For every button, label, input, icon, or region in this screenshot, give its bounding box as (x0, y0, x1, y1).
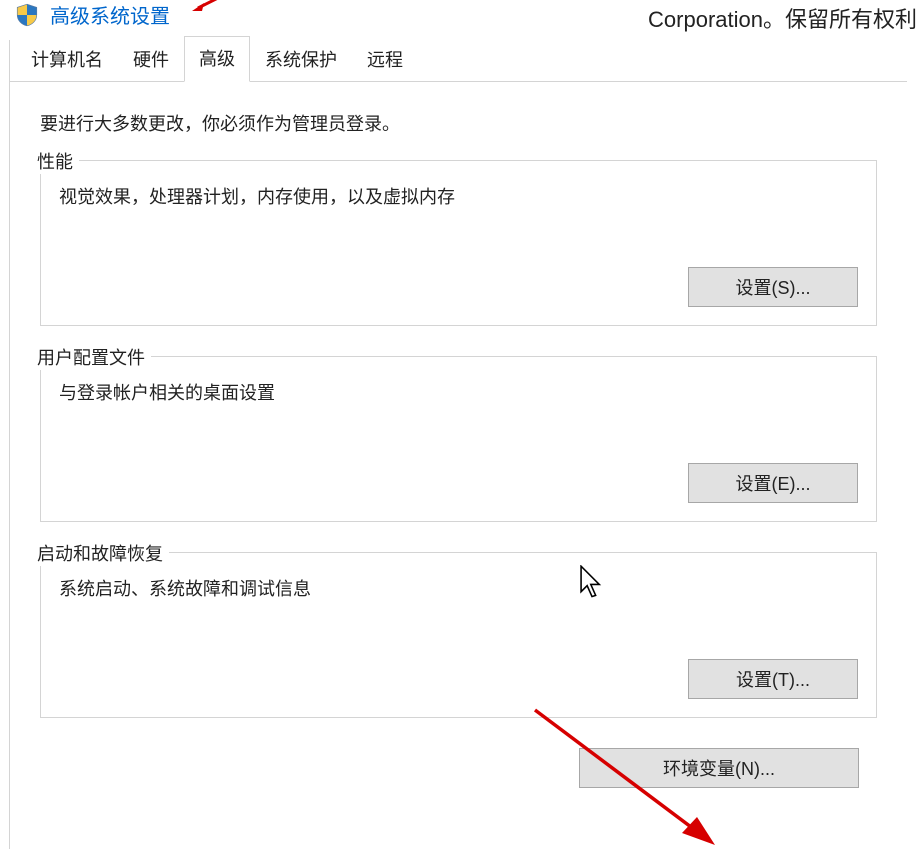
group-legend: 用户配置文件 (37, 344, 151, 370)
settings-user-profiles-button[interactable]: 设置(E)... (688, 463, 858, 503)
group-startup-recovery: 启动和故障恢复 系统启动、系统故障和调试信息 设置(T)... (40, 552, 877, 718)
group-desc-startup-recovery: 系统启动、系统故障和调试信息 (59, 575, 858, 601)
group-user-profiles: 用户配置文件 与登录帐户相关的桌面设置 设置(E)... (40, 356, 877, 522)
tab-advanced[interactable]: 高级 (184, 36, 250, 82)
tab-computer-name[interactable]: 计算机名 (16, 37, 118, 81)
tab-content-advanced: 要进行大多数更改，你必须作为管理员登录。 性能 视觉效果，处理器计划，内存使用，… (10, 82, 907, 788)
copyright-text: Corporation。保留所有权利 (648, 2, 917, 34)
settings-performance-button[interactable]: 设置(S)... (688, 267, 858, 307)
advanced-system-settings-link[interactable]: 高级系统设置 (50, 0, 170, 29)
group-desc-user-profiles: 与登录帐户相关的桌面设置 (59, 379, 858, 405)
group-legend: 性能 (37, 148, 79, 174)
group-performance: 性能 视觉效果，处理器计划，内存使用，以及虚拟内存 设置(S)... (40, 160, 877, 326)
group-legend: 启动和故障恢复 (37, 540, 169, 566)
tab-bar: 计算机名 硬件 高级 系统保护 远程 (10, 40, 907, 82)
annotation-arrow-icon (192, 0, 228, 11)
group-desc-performance: 视觉效果，处理器计划，内存使用，以及虚拟内存 (59, 183, 858, 209)
shield-icon (14, 2, 40, 28)
system-properties-dialog: 计算机名 硬件 高级 系统保护 远程 要进行大多数更改，你必须作为管理员登录。 … (9, 40, 907, 849)
settings-startup-recovery-button[interactable]: 设置(T)... (688, 659, 858, 699)
tab-remote[interactable]: 远程 (352, 37, 418, 81)
environment-variables-button[interactable]: 环境变量(N)... (579, 748, 859, 788)
tab-hardware[interactable]: 硬件 (118, 37, 184, 81)
tab-system-protection[interactable]: 系统保护 (250, 37, 352, 81)
admin-notice: 要进行大多数更改，你必须作为管理员登录。 (40, 110, 877, 136)
